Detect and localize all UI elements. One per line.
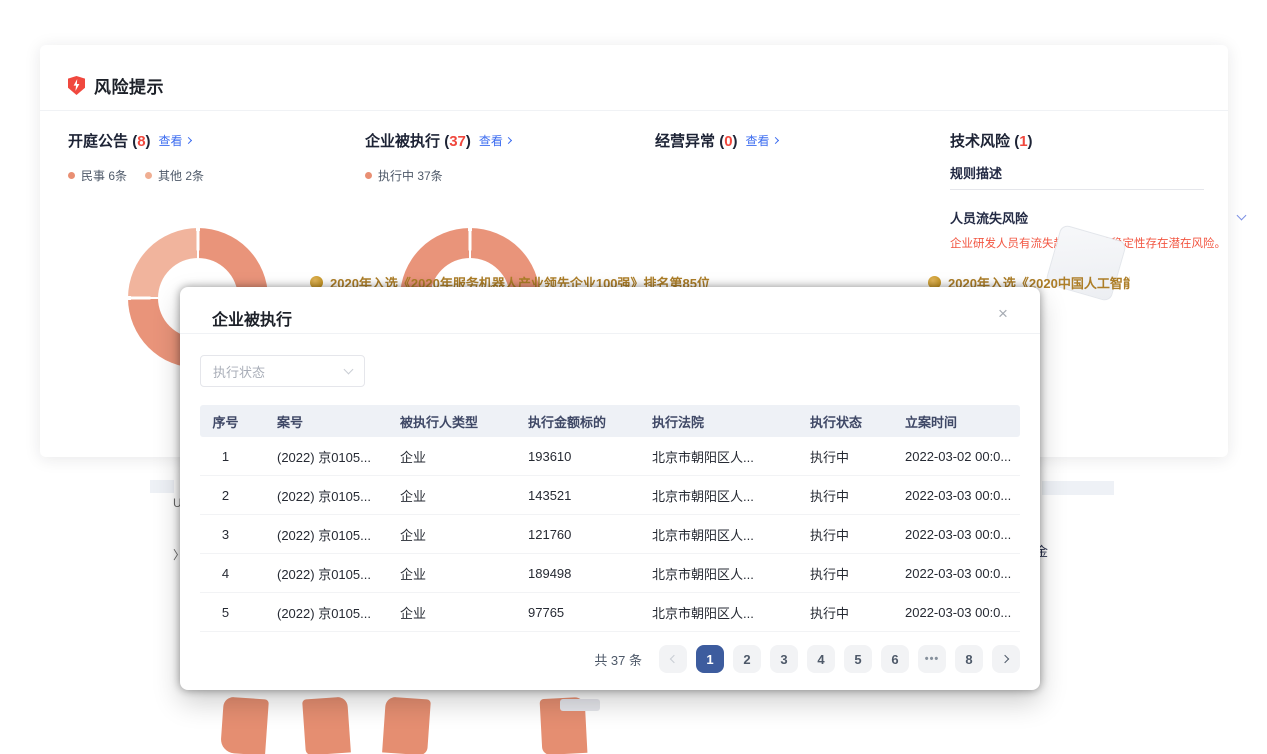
view-link-abnormal-operation[interactable]: 查看 xyxy=(746,132,778,149)
header-divider xyxy=(40,110,1228,111)
pagination-next-button[interactable] xyxy=(992,645,1020,673)
select-placeholder: 执行状态 xyxy=(213,362,265,381)
col-header: 序号 xyxy=(200,412,277,431)
underlay-chart-leg xyxy=(382,696,431,754)
col-header: 案号 xyxy=(277,412,400,431)
execution-status-select[interactable]: 执行状态 xyxy=(200,355,365,387)
risk-shield-icon xyxy=(68,76,85,95)
page-title: 风险提示 xyxy=(94,73,164,98)
legend-enforced: 执行中 37条 xyxy=(365,167,443,184)
col-header: 执行金额标的 xyxy=(528,412,652,431)
pagination-ellipsis-button[interactable]: ••• xyxy=(918,645,946,673)
column-title: 经营异常 (0) xyxy=(655,130,738,151)
col-header: 执行法院 xyxy=(652,412,810,431)
close-icon[interactable]: × xyxy=(992,303,1014,325)
screen: 风险提示 开庭公告 (8) 查看 民事 6条 其他 2条 企业被执行 (37) … xyxy=(0,0,1267,754)
column-enforced-title: 企业被执行 (37) 查看 xyxy=(365,130,511,151)
underlay-gray-piece xyxy=(560,699,600,711)
underlay-chart-leg xyxy=(302,696,351,754)
underlay-chart-leg xyxy=(220,696,269,754)
lightning-icon xyxy=(72,79,81,91)
legend-item: 民事 6条 xyxy=(68,167,127,184)
rule-description-label: 规则描述 xyxy=(950,163,1002,182)
enforced-detail-modal: 企业被执行 × 执行状态 序号 案号 被执行人类型 执行金额标的 执行法院 执行… xyxy=(180,287,1040,690)
pagination-total: 共 37 条 xyxy=(594,650,642,669)
legend-dot xyxy=(68,172,75,179)
chevron-left-icon xyxy=(670,655,678,663)
chevron-right-icon xyxy=(505,137,512,144)
chevron-down-icon xyxy=(344,364,354,374)
chevron-down-icon xyxy=(1237,211,1247,221)
table-row: 2 (2022) 京0105... 企业 143521 北京市朝阳区人... 执… xyxy=(200,476,1020,515)
table-header-row: 序号 案号 被执行人类型 执行金额标的 执行法院 执行状态 立案时间 xyxy=(200,405,1020,437)
risk-item-name: 人员流失风险 xyxy=(950,208,1028,227)
chevron-right-icon xyxy=(1001,655,1009,663)
chevron-right-icon xyxy=(772,137,779,144)
count-badge: 1 xyxy=(1019,133,1027,150)
column-title: 开庭公告 (8) xyxy=(68,130,151,151)
view-link-enforced[interactable]: 查看 xyxy=(479,132,511,149)
col-header: 立案时间 xyxy=(905,412,1020,431)
legend-dot xyxy=(145,172,152,179)
pagination-page-button[interactable]: 2 xyxy=(733,645,761,673)
underlay-band xyxy=(150,480,174,493)
column-tech-risk-title: 技术风险 (1) xyxy=(950,130,1033,151)
table-row: 3 (2022) 京0105... 企业 121760 北京市朝阳区人... 执… xyxy=(200,515,1020,554)
legend-item: 其他 2条 xyxy=(145,167,204,184)
count-badge: 8 xyxy=(137,133,145,150)
rule-divider xyxy=(950,189,1204,190)
table-row: 4 (2022) 京0105... 企业 189498 北京市朝阳区人... 执… xyxy=(200,554,1020,593)
column-title: 企业被执行 (37) xyxy=(365,130,471,151)
chevron-right-icon xyxy=(185,137,192,144)
view-link-court-announcement[interactable]: 查看 xyxy=(159,132,191,149)
modal-title-divider xyxy=(180,333,1040,334)
col-header: 被执行人类型 xyxy=(400,412,528,431)
risk-item-collapse[interactable]: 人员流失风险 xyxy=(950,208,1245,227)
table-row: 5 (2022) 京0105... 企业 97765 北京市朝阳区人... 执行… xyxy=(200,593,1020,632)
table-row: 1 (2022) 京0105... 企业 193610 北京市朝阳区人... 执… xyxy=(200,437,1020,476)
pagination-page-button[interactable]: 8 xyxy=(955,645,983,673)
legend-court-announcement: 民事 6条 其他 2条 xyxy=(68,167,204,184)
col-header: 执行状态 xyxy=(810,412,905,431)
risk-panel-header: 风险提示 xyxy=(68,73,164,98)
legend-item: 执行中 37条 xyxy=(365,167,443,184)
count-badge: 0 xyxy=(724,133,732,150)
column-title: 技术风险 (1) xyxy=(950,130,1033,151)
pagination-page-button[interactable]: 3 xyxy=(770,645,798,673)
pagination-page-button[interactable]: 5 xyxy=(844,645,872,673)
pagination: 共 37 条 1 2 3 4 5 6 ••• 8 xyxy=(200,645,1020,673)
modal-title: 企业被执行 xyxy=(212,306,292,330)
column-abnormal-operation-title: 经营异常 (0) 查看 xyxy=(655,130,778,151)
pagination-page-button[interactable]: 4 xyxy=(807,645,835,673)
underlay-band xyxy=(1042,481,1114,495)
count-badge: 37 xyxy=(449,133,466,150)
enforced-table: 序号 案号 被执行人类型 执行金额标的 执行法院 执行状态 立案时间 1 (20… xyxy=(200,405,1020,632)
pagination-prev-button[interactable] xyxy=(659,645,687,673)
pagination-page-button[interactable]: 6 xyxy=(881,645,909,673)
column-court-announcement-title: 开庭公告 (8) 查看 xyxy=(68,130,191,151)
pagination-page-button[interactable]: 1 xyxy=(696,645,724,673)
legend-dot xyxy=(365,172,372,179)
